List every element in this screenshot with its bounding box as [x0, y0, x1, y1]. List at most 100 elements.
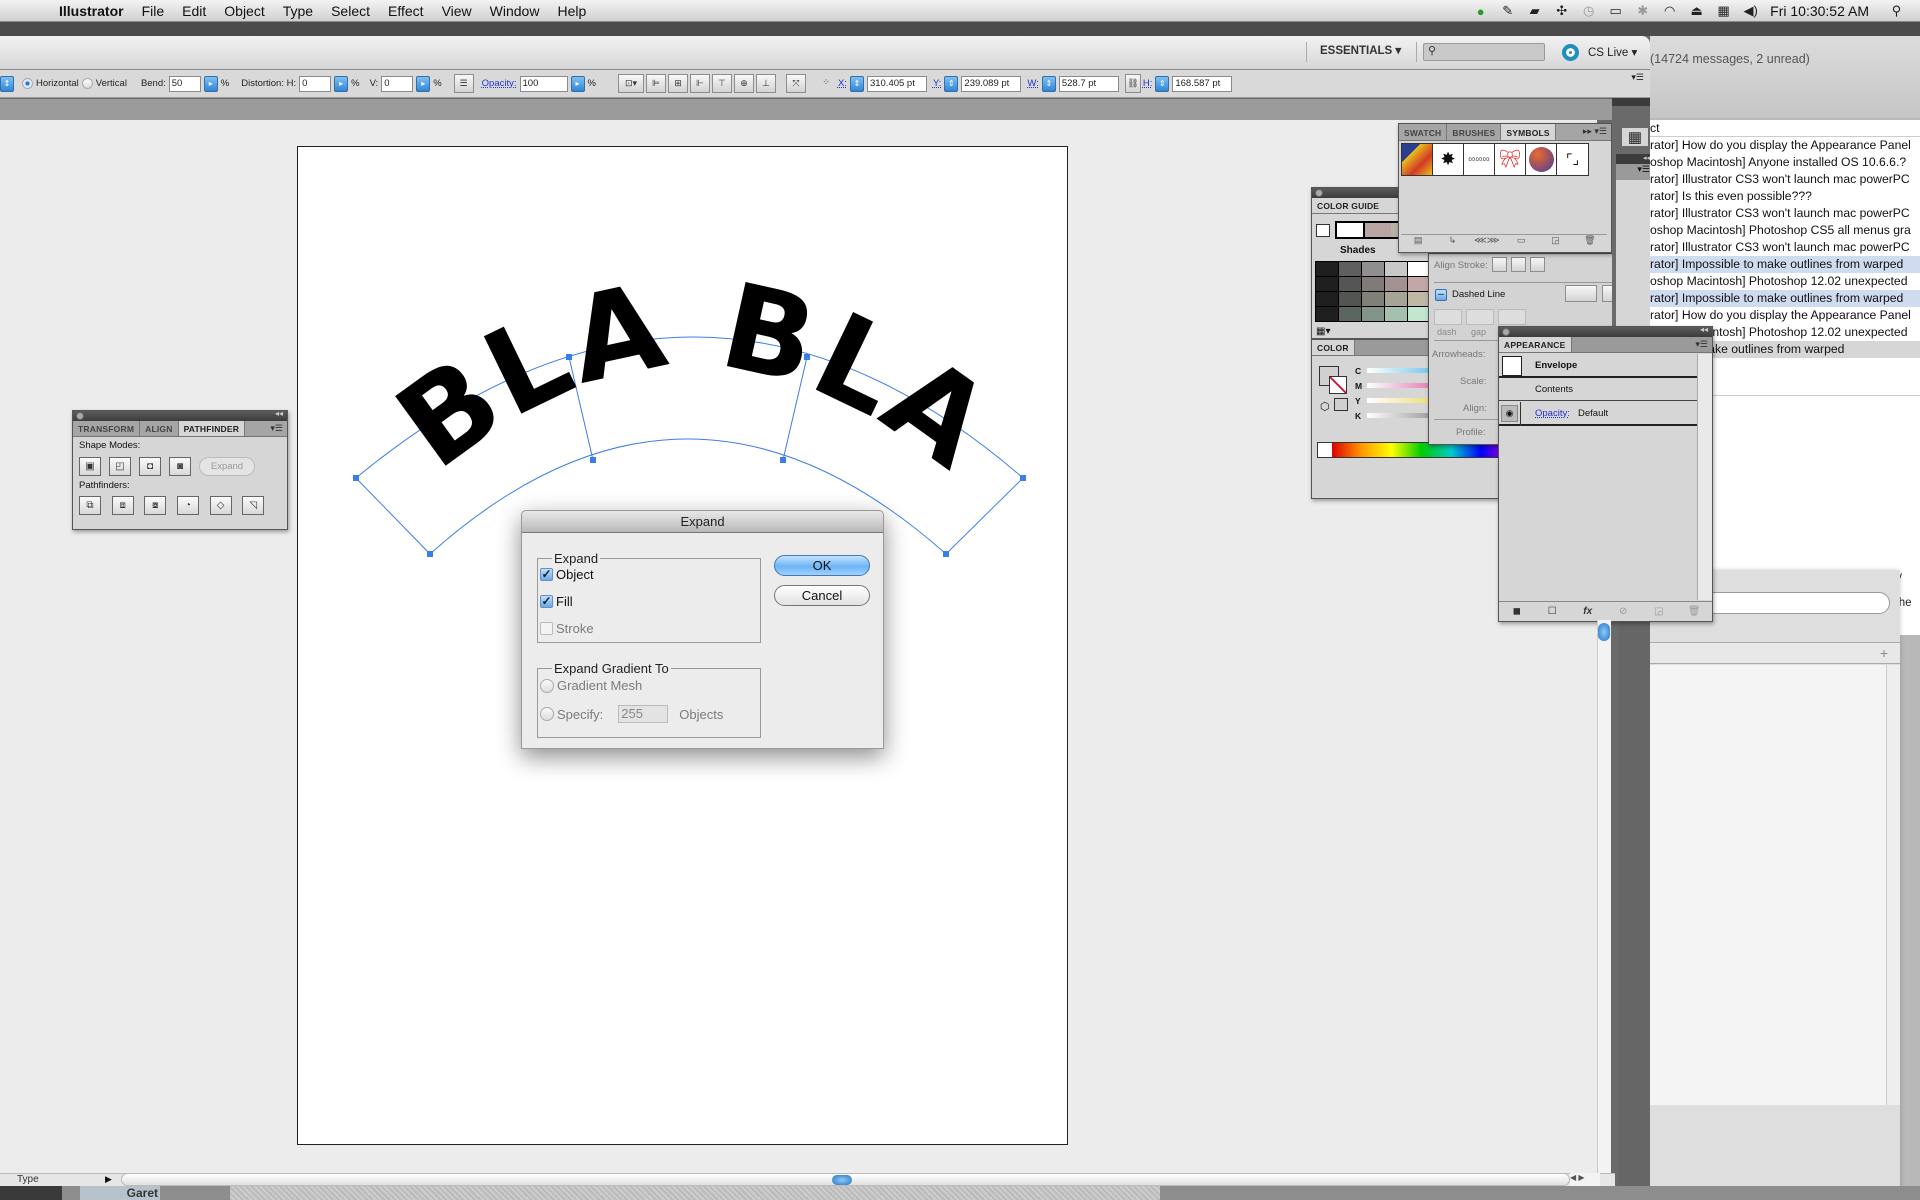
harmony-swatch[interactable] — [1337, 223, 1365, 237]
tab-appearance[interactable]: APPEARANCE — [1499, 337, 1572, 352]
panel-close-button[interactable] — [76, 412, 84, 420]
x-stepper[interactable]: ⇕ — [849, 75, 864, 92]
reference-point-icon[interactable]: ⁘ — [816, 74, 836, 93]
panel-close-button[interactable] — [1315, 189, 1323, 197]
specify-row[interactable]: Specify: 255 Objects — [540, 705, 723, 723]
shade-swatch[interactable] — [1316, 307, 1338, 321]
preserve-dash-button[interactable] — [1565, 285, 1597, 302]
place-symbol-icon[interactable]: ↳ — [1435, 235, 1469, 250]
dash-input[interactable] — [1434, 309, 1462, 325]
volume-icon[interactable]: ◀) — [1737, 3, 1764, 19]
preset-stepper[interactable]: ⇕ — [0, 75, 14, 92]
constrain-proportions-link-icon[interactable]: ⛓ — [1124, 74, 1141, 93]
ok-button[interactable]: OK — [774, 555, 870, 576]
symbol-rubiks-cube[interactable] — [1402, 144, 1433, 175]
specify-input[interactable]: 255 — [618, 705, 669, 723]
shade-swatch[interactable] — [1339, 307, 1361, 321]
duplicate-item-icon[interactable]: ◲ — [1641, 602, 1677, 621]
align-right-button[interactable]: ⊩ — [689, 74, 710, 93]
trim-button[interactable]: ⧈ — [111, 496, 134, 515]
wifi-icon[interactable]: ◠ — [1656, 3, 1683, 19]
symbol-ribbon-bow[interactable]: 🎀︎ — [1495, 144, 1526, 175]
add-stroke-icon[interactable]: ◼ — [1499, 602, 1535, 621]
shade-swatch[interactable] — [1362, 277, 1384, 291]
collapse-icon[interactable]: ◂◂ — [1616, 154, 1650, 164]
tab-swatches[interactable]: SWATCH — [1399, 124, 1448, 140]
shade-swatch[interactable] — [1385, 262, 1407, 276]
gap-input[interactable] — [1466, 309, 1494, 325]
message-row[interactable]: rator] Impossible to make outlines from … — [1650, 290, 1920, 307]
control-bar-menu-icon[interactable]: ▾☰ — [1631, 72, 1644, 83]
panel-close-button[interactable] — [1502, 328, 1510, 336]
paw-icon[interactable]: ✣ — [1548, 3, 1575, 19]
cancel-button[interactable]: Cancel — [774, 585, 870, 606]
align-stroke-center-button[interactable] — [1492, 257, 1507, 272]
align-center-h-button[interactable]: ⊞ — [667, 74, 688, 93]
menu-window[interactable]: Window — [481, 3, 549, 19]
crop-button[interactable]: ◔ — [176, 496, 199, 515]
align-center-v-button[interactable]: ⊕ — [733, 74, 754, 93]
tab-color-guide[interactable]: COLOR GUIDE — [1312, 198, 1385, 213]
distortion-v-dropdown[interactable]: ▸ — [416, 75, 431, 92]
dash-input[interactable] — [1498, 309, 1526, 325]
symbol-orb[interactable] — [1526, 144, 1557, 175]
stroke-swatch-none[interactable] — [1329, 376, 1347, 394]
y-stepper[interactable]: ⇕ — [944, 75, 959, 92]
panel-menu-icon[interactable]: ▾☰ — [1616, 164, 1650, 180]
collapse-icon[interactable]: ◂◂ — [1700, 325, 1708, 334]
tab-align[interactable]: ALIGN — [140, 421, 179, 436]
harmony-base-swatch[interactable] — [1316, 224, 1330, 237]
message-list-header[interactable]: ct — [1650, 120, 1920, 137]
shade-swatch[interactable] — [1339, 292, 1361, 306]
menu-app[interactable]: Illustrator — [50, 3, 133, 19]
message-row[interactable]: rator] Impossible to make outlines from … — [1650, 256, 1920, 273]
current-tool-status[interactable]: Type — [17, 1174, 39, 1185]
shade-swatch[interactable] — [1362, 292, 1384, 306]
shade-swatch[interactable] — [1339, 277, 1361, 291]
menu-edit[interactable]: Edit — [173, 3, 215, 19]
new-symbol-icon[interactable]: ◲ — [1538, 235, 1572, 250]
eject-icon[interactable]: ⏏ — [1683, 3, 1710, 19]
reply-scrollbar[interactable] — [1886, 665, 1900, 1105]
shade-swatch[interactable] — [1339, 262, 1361, 276]
menu-type[interactable]: Type — [274, 3, 322, 19]
message-row[interactable]: rator] Is this even possible??? — [1650, 188, 1920, 205]
menu-effect[interactable]: Effect — [379, 3, 433, 19]
bend-input[interactable]: 50 — [168, 75, 201, 92]
dock-item[interactable]: Garet — [80, 1186, 160, 1200]
workspace-switcher[interactable]: ESSENTIALS ▾ — [1320, 43, 1401, 57]
tab-symbols[interactable]: SYMBOLS — [1501, 124, 1556, 140]
symbol-chain[interactable]: ∞∞∞ — [1464, 144, 1495, 175]
add-icon[interactable]: + — [1880, 645, 1888, 661]
x-input[interactable]: 310.405 pt — [866, 75, 927, 92]
shade-swatch[interactable] — [1408, 277, 1430, 291]
spotlight-search-icon[interactable]: ⚲ — [1883, 3, 1910, 19]
help-search-input[interactable]: ⚲ — [1423, 43, 1545, 61]
gradient-mesh-row[interactable]: Gradient Mesh — [540, 678, 642, 693]
menu-select[interactable]: Select — [322, 3, 379, 19]
swatch-library-icon[interactable]: ▦▾ — [1316, 326, 1330, 337]
shade-swatch[interactable] — [1408, 292, 1430, 306]
align-stroke-outside-button[interactable] — [1530, 257, 1545, 272]
fx-icon[interactable]: fx — [1570, 602, 1606, 621]
h-input[interactable]: 168.587 pt — [1172, 75, 1233, 92]
expand-button[interactable]: Expand — [199, 457, 255, 476]
shade-swatch[interactable] — [1408, 262, 1430, 276]
message-row[interactable]: rator] Illustrator CS3 won't launch mac … — [1650, 205, 1920, 222]
tab-transform[interactable]: TRANSFORM — [73, 421, 141, 436]
align-left-button[interactable]: ⊫ — [645, 74, 666, 93]
fill-checkbox[interactable]: ✓ — [540, 595, 553, 608]
message-row[interactable]: rator] Illustrator CS3 won't launch mac … — [1650, 171, 1920, 188]
input-menu-icon[interactable]: ▦ — [1710, 3, 1737, 19]
align-bottom-button[interactable]: ⊥ — [755, 74, 776, 93]
y-input[interactable]: 239.089 pt — [961, 75, 1022, 92]
distortion-v-input[interactable]: 0 — [381, 75, 414, 92]
shade-swatch[interactable] — [1408, 307, 1430, 321]
delete-symbol-icon[interactable]: 🗑︎ — [1573, 235, 1607, 250]
symbol-options-icon[interactable]: ▭ — [1504, 235, 1538, 250]
appearance-scrollbar[interactable] — [1697, 354, 1712, 600]
shade-swatch[interactable] — [1385, 277, 1407, 291]
w-stepper[interactable]: ⇕ — [1041, 75, 1056, 92]
distortion-h-input[interactable]: 0 — [299, 75, 332, 92]
minus-back-button[interactable]: ◹ — [242, 496, 265, 515]
